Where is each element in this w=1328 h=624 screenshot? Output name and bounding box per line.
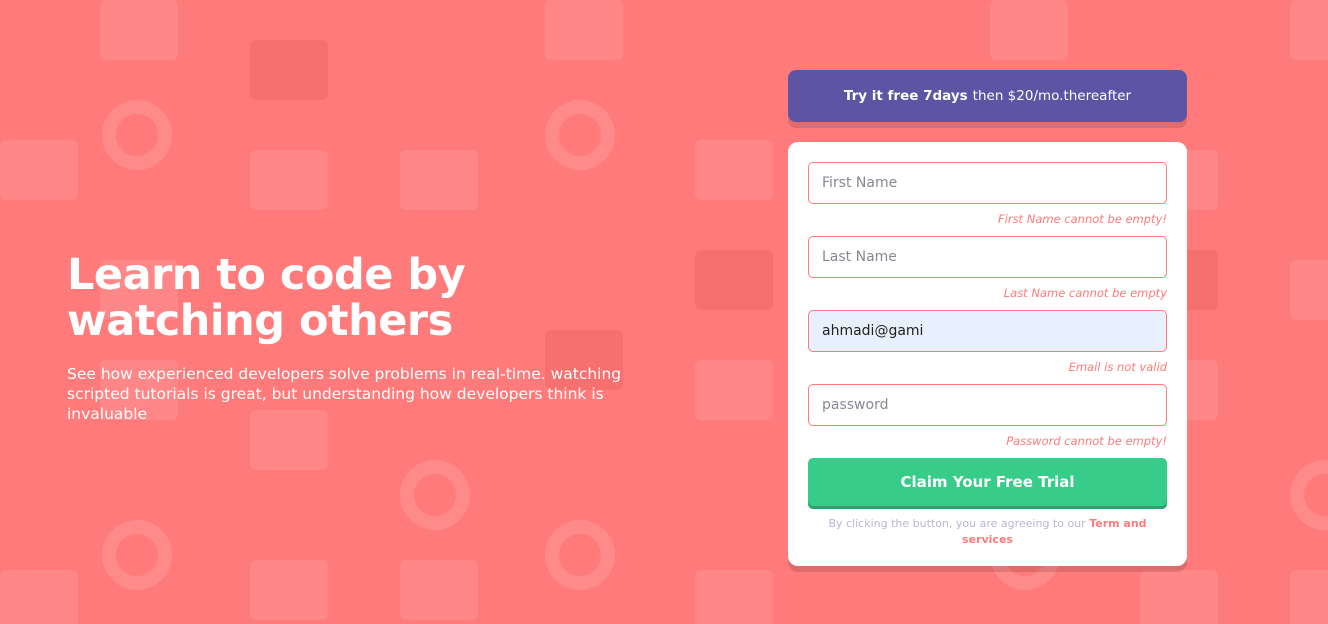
pattern-tile xyxy=(695,570,773,624)
pattern-ring xyxy=(1290,460,1328,530)
promo-bold: Try it free 7days xyxy=(843,88,968,104)
promo-rest: then $20/mo.thereafter xyxy=(972,88,1132,104)
hero-title: Learn to code by watching others xyxy=(67,250,466,346)
password-error: Password cannot be empty! xyxy=(1006,434,1167,448)
pattern-tile xyxy=(400,560,478,620)
terms-prefix: By clicking the button, you are agreeing… xyxy=(828,517,1086,530)
pattern-tile xyxy=(0,570,78,624)
pattern-tile xyxy=(0,140,78,200)
last-name-input[interactable] xyxy=(808,236,1167,278)
pattern-tile xyxy=(695,140,773,200)
pattern-ring xyxy=(545,520,615,590)
terms-text: By clicking the button, you are agreeing… xyxy=(808,516,1167,548)
email-field: Email is not valid xyxy=(808,310,1167,384)
last-name-field: Last Name cannot be empty xyxy=(808,236,1167,310)
pattern-tile xyxy=(250,40,328,100)
pattern-tile xyxy=(250,150,328,210)
pattern-tile xyxy=(695,360,773,420)
signup-form: First Name cannot be empty! Last Name ca… xyxy=(788,142,1187,566)
email-input[interactable] xyxy=(808,310,1167,352)
pattern-ring xyxy=(102,100,172,170)
email-error: Email is not valid xyxy=(1068,360,1167,374)
first-name-input[interactable] xyxy=(808,162,1167,204)
first-name-field: First Name cannot be empty! xyxy=(808,162,1167,236)
pattern-ring xyxy=(400,460,470,530)
last-name-error: Last Name cannot be empty xyxy=(1003,286,1167,300)
pattern-tile xyxy=(100,0,178,60)
pattern-ring xyxy=(102,520,172,590)
pattern-tile xyxy=(695,250,773,310)
pattern-tile xyxy=(1290,0,1328,60)
pattern-tile xyxy=(1290,570,1328,624)
pattern-tile xyxy=(250,560,328,620)
first-name-error: First Name cannot be empty! xyxy=(998,212,1167,226)
password-input[interactable] xyxy=(808,384,1167,426)
pattern-tile xyxy=(545,0,623,60)
claim-trial-button[interactable]: Claim Your Free Trial xyxy=(808,458,1167,506)
pattern-tile xyxy=(1140,570,1218,624)
pattern-tile xyxy=(400,150,478,210)
hero-description: See how experienced developers solve pro… xyxy=(67,365,622,423)
promo-banner: Try it free 7days then $20/mo.thereafter xyxy=(788,70,1187,122)
pattern-tile xyxy=(1290,260,1328,320)
pattern-tile xyxy=(990,0,1068,60)
pattern-ring xyxy=(545,100,615,170)
hero-section: Learn to code by watching others See how… xyxy=(67,252,627,424)
password-field: Password cannot be empty! xyxy=(808,384,1167,458)
